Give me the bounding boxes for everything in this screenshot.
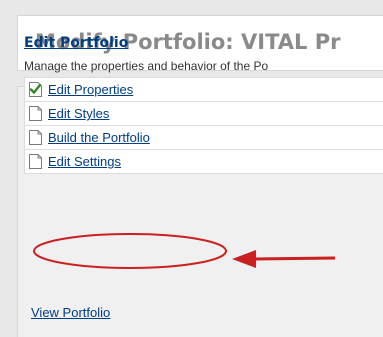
page-icon bbox=[29, 130, 42, 145]
page-icon bbox=[29, 106, 42, 121]
edit-portfolio-list: Edit Properties Edit Styles Build the Po… bbox=[24, 77, 383, 174]
edit-portfolio-heading-link[interactable]: Edit Portfolio bbox=[24, 35, 128, 51]
edit-styles-link[interactable]: Edit Styles bbox=[48, 106, 109, 121]
page-icon bbox=[29, 154, 42, 169]
edit-properties-link[interactable]: Edit Properties bbox=[48, 82, 133, 97]
view-portfolio-link[interactable]: View Portfolio bbox=[31, 305, 110, 320]
list-item-edit-settings[interactable]: Edit Settings bbox=[25, 150, 383, 174]
checked-page-icon bbox=[29, 82, 42, 97]
list-item-edit-properties[interactable]: Edit Properties bbox=[25, 78, 383, 102]
list-item-build-portfolio[interactable]: Build the Portfolio bbox=[25, 126, 383, 150]
section-description: Manage the properties and behavior of th… bbox=[24, 59, 269, 73]
build-portfolio-link[interactable]: Build the Portfolio bbox=[48, 130, 150, 145]
list-item-edit-styles[interactable]: Edit Styles bbox=[25, 102, 383, 126]
edit-settings-link[interactable]: Edit Settings bbox=[48, 154, 121, 169]
